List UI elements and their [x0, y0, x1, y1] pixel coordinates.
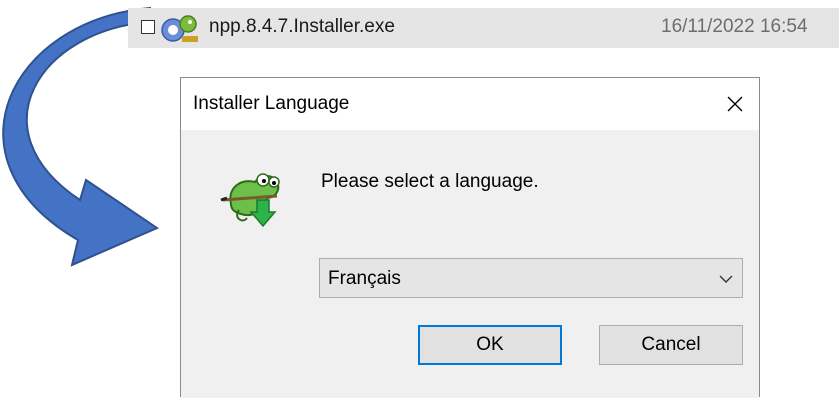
notepadpp-chameleon-icon [220, 173, 280, 228]
close-button[interactable] [711, 78, 759, 130]
close-icon [727, 96, 743, 112]
dialog-titlebar[interactable]: Installer Language [181, 78, 759, 130]
chevron-down-icon [719, 275, 733, 283]
file-name[interactable]: npp.8.4.7.Installer.exe [209, 14, 395, 40]
selected-language: Français [328, 268, 401, 289]
dialog-body: Please select a language. Français OK Ca… [181, 130, 759, 398]
cancel-button[interactable]: Cancel [599, 325, 743, 365]
dialog-title: Installer Language [193, 93, 350, 114]
file-list-row[interactable]: npp.8.4.7.Installer.exe 16/11/2022 16:54 [128, 8, 839, 48]
file-modified-date: 16/11/2022 16:54 [661, 16, 808, 37]
installer-language-dialog: Installer Language Please select a langu… [180, 77, 760, 398]
language-prompt: Please select a language. [321, 171, 539, 192]
notepadpp-installer-icon [161, 15, 198, 42]
ok-button[interactable]: OK [418, 325, 562, 365]
file-checkbox[interactable] [141, 20, 155, 34]
language-select[interactable]: Français [319, 258, 743, 298]
